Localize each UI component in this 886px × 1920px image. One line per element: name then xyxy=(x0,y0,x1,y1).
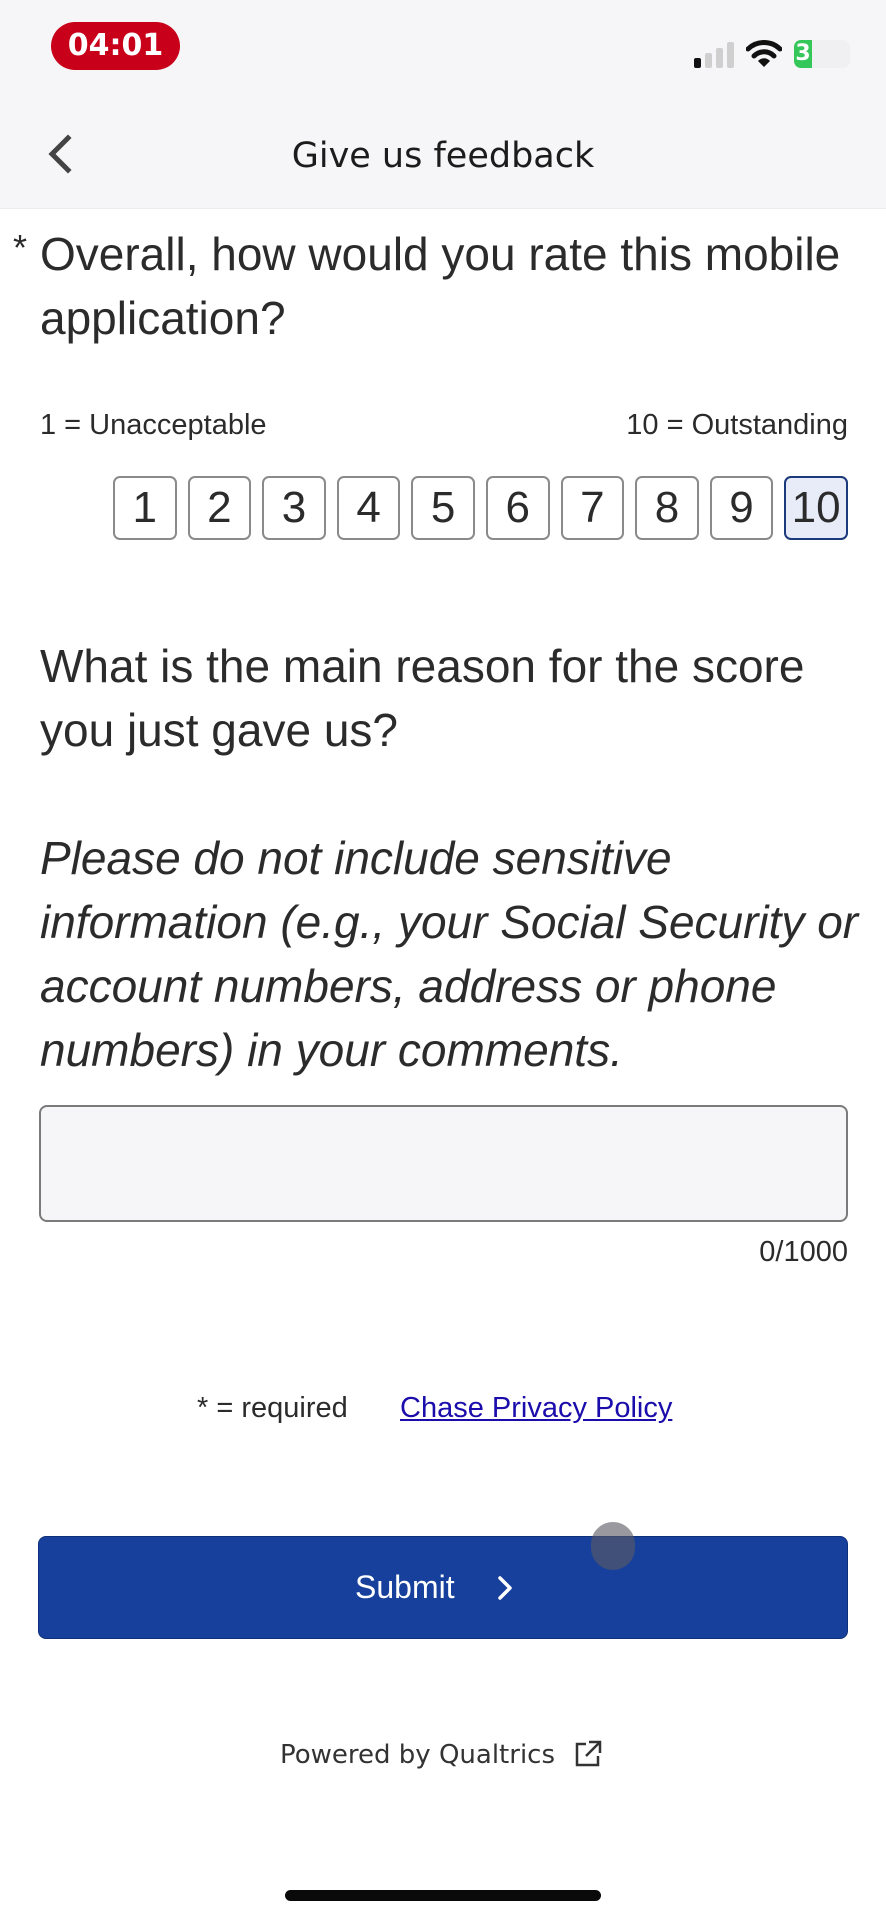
external-link-icon[interactable] xyxy=(573,1739,603,1769)
submit-label: Submit xyxy=(355,1569,455,1605)
required-marker: * xyxy=(13,227,28,268)
powered-by-qualtrics-link[interactable]: Powered by Qualtrics xyxy=(280,1740,555,1770)
rating-option-3[interactable]: 3 xyxy=(262,476,326,540)
character-counter: 0/1000 xyxy=(759,1236,848,1268)
rating-option-6[interactable]: 6 xyxy=(485,476,550,540)
status-time: 04:01 xyxy=(51,22,180,70)
question-reason-text: What is the main reason for the score yo… xyxy=(40,640,805,756)
required-note: * = required xyxy=(197,1392,348,1424)
rating-option-8[interactable]: 8 xyxy=(635,476,699,540)
scale-labels: 1 = Unacceptable 10 = Outstanding xyxy=(40,409,848,445)
question-rating-text: Overall, how would you rate this mobile … xyxy=(40,228,841,344)
rating-scale: 1 2 3 4 5 6 7 8 9 10 xyxy=(113,476,848,540)
status-bar: 04:01 3 xyxy=(0,0,886,100)
rating-option-2[interactable]: 2 xyxy=(187,476,252,540)
page-title: Give us feedback xyxy=(291,136,595,176)
rating-option-1[interactable]: 1 xyxy=(113,476,177,540)
rating-option-5[interactable]: 5 xyxy=(411,476,475,540)
rating-option-9[interactable]: 9 xyxy=(709,476,774,540)
sensitive-info-note: Please do not include sensitive informat… xyxy=(40,832,859,1076)
battery-icon: 3 xyxy=(794,40,850,68)
rating-option-4[interactable]: 4 xyxy=(336,476,401,540)
submit-button[interactable]: Submit xyxy=(38,1536,848,1639)
home-indicator[interactable] xyxy=(285,1890,601,1901)
signal-icon xyxy=(694,42,736,68)
rating-option-10[interactable]: 10 xyxy=(784,476,848,540)
privacy-policy-link[interactable]: Chase Privacy Policy xyxy=(400,1392,672,1425)
comment-input[interactable] xyxy=(39,1105,848,1222)
question-rating: * Overall, how would you rate this mobil… xyxy=(13,222,850,350)
chevron-left-icon xyxy=(48,134,72,174)
rating-option-7[interactable]: 7 xyxy=(560,476,625,540)
scale-low-label: 1 = Unacceptable xyxy=(40,409,267,441)
wifi-icon xyxy=(746,40,782,67)
legal-row: * = required Chase Privacy Policy xyxy=(0,1392,886,1432)
chevron-right-icon xyxy=(498,1576,512,1600)
scale-high-label: 10 = Outstanding xyxy=(626,409,848,441)
battery-level: 3 xyxy=(795,41,811,66)
navigation-bar: Give us feedback xyxy=(0,100,886,209)
back-button[interactable] xyxy=(36,128,84,180)
